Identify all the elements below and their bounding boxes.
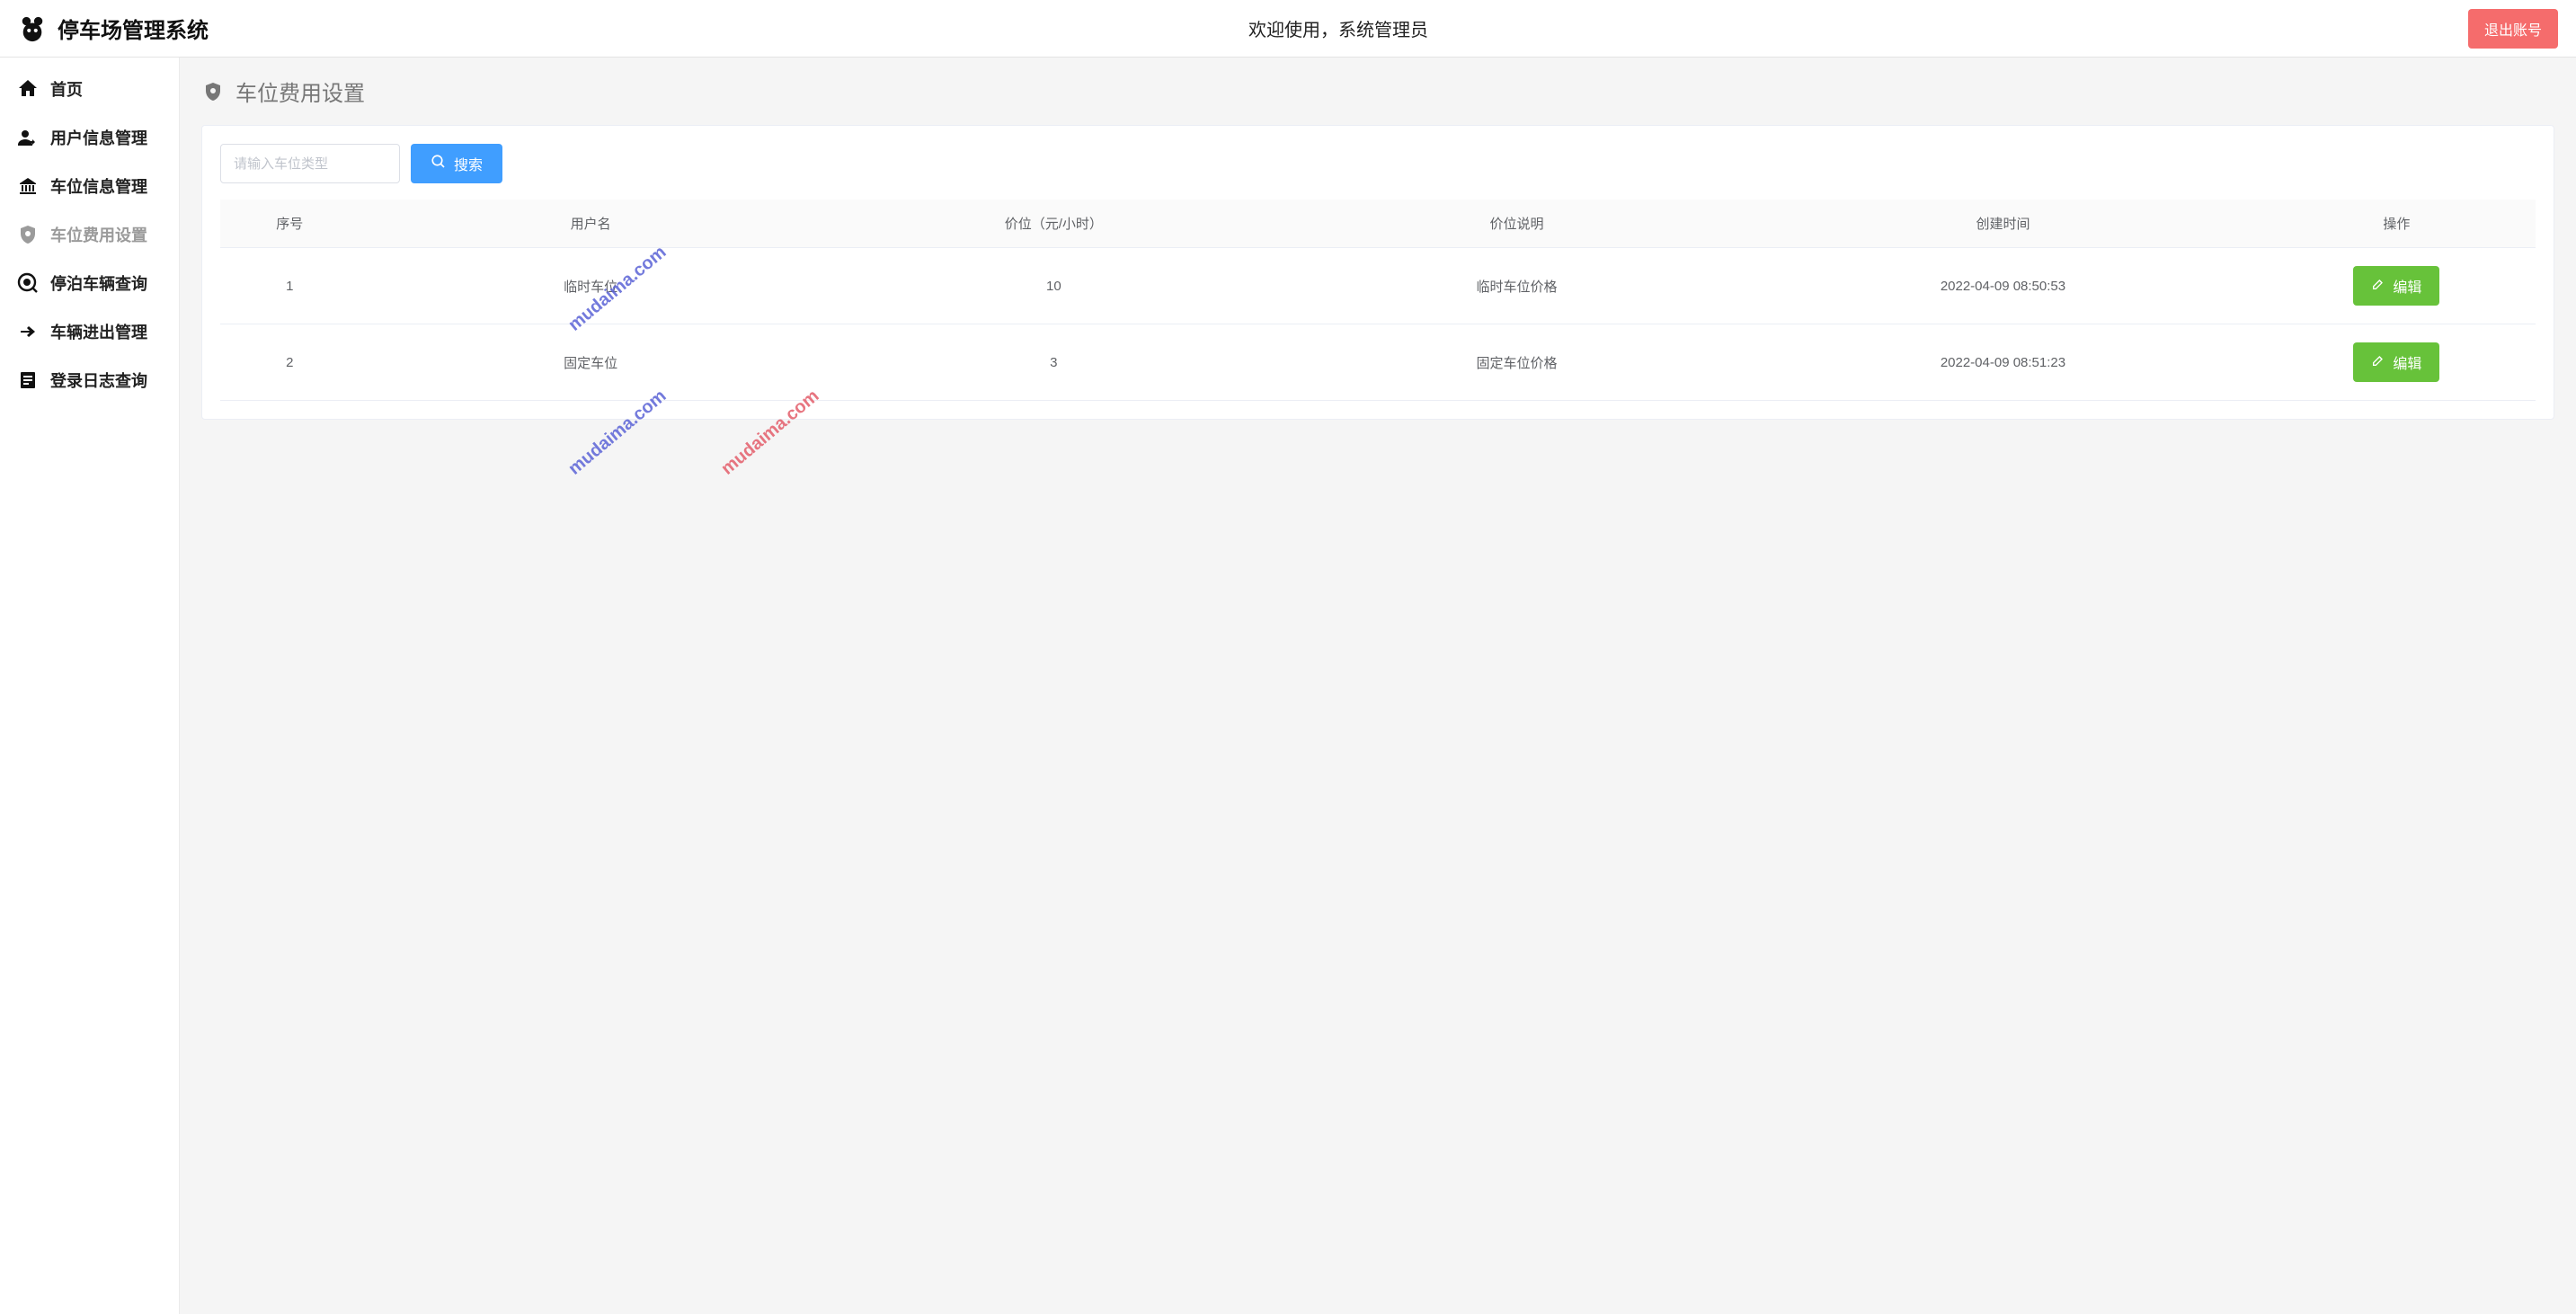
cell-name: 固定车位 bbox=[360, 324, 822, 401]
edit-button-label: 编辑 bbox=[2393, 351, 2421, 373]
spaces-icon bbox=[16, 174, 40, 198]
sidebar-item-label: 车位费用设置 bbox=[50, 223, 147, 246]
sidebar-item-spaces[interactable]: 车位信息管理 bbox=[0, 162, 179, 210]
log-icon bbox=[16, 368, 40, 392]
cell-name: 临时车位 bbox=[360, 248, 822, 324]
content-card: 搜索 序号 用户名 价位（元/小时） 价位说明 创建时间 操作 bbox=[201, 125, 2554, 420]
col-desc: 价位说明 bbox=[1285, 200, 1748, 248]
shield-icon bbox=[201, 80, 225, 103]
table-row: 2 固定车位 3 固定车位价格 2022-04-09 08:51:23 编辑 bbox=[220, 324, 2536, 401]
brand: 停车场管理系统 bbox=[18, 13, 209, 44]
cell-index: 1 bbox=[220, 248, 360, 324]
users-icon bbox=[16, 126, 40, 149]
app-title: 停车场管理系统 bbox=[58, 13, 209, 44]
arrow-right-icon bbox=[16, 320, 40, 343]
edit-button[interactable]: 编辑 bbox=[2353, 342, 2439, 382]
cell-desc: 临时车位价格 bbox=[1285, 248, 1748, 324]
app-logo-icon bbox=[18, 14, 47, 43]
page-heading: 车位费用设置 bbox=[201, 75, 2554, 107]
topbar: 停车场管理系统 欢迎使用，系统管理员 退出账号 bbox=[0, 0, 2576, 58]
sidebar: 首页 用户信息管理 车位信息管理 车位费用设置 停泊车辆查询 bbox=[0, 58, 180, 1314]
sidebar-item-label: 用户信息管理 bbox=[50, 126, 147, 149]
col-name: 用户名 bbox=[360, 200, 822, 248]
search-button[interactable]: 搜索 bbox=[411, 144, 502, 183]
sidebar-item-fees[interactable]: 车位费用设置 bbox=[0, 210, 179, 259]
search-icon bbox=[431, 154, 447, 174]
fee-table: 序号 用户名 价位（元/小时） 价位说明 创建时间 操作 1 临时车位 10 临… bbox=[220, 200, 2536, 401]
sidebar-item-home[interactable]: 首页 bbox=[0, 65, 179, 113]
cell-index: 2 bbox=[220, 324, 360, 401]
sidebar-item-users[interactable]: 用户信息管理 bbox=[0, 113, 179, 162]
cell-created: 2022-04-09 08:51:23 bbox=[1748, 324, 2258, 401]
welcome-text: 欢迎使用，系统管理员 bbox=[1248, 15, 1428, 41]
cell-desc: 固定车位价格 bbox=[1285, 324, 1748, 401]
main-content: 车位费用设置 搜索 序号 用户名 价位（元/小时） 价 bbox=[180, 58, 2576, 1314]
cell-created: 2022-04-09 08:50:53 bbox=[1748, 248, 2258, 324]
col-price: 价位（元/小时） bbox=[822, 200, 1285, 248]
col-index: 序号 bbox=[220, 200, 360, 248]
col-created: 创建时间 bbox=[1748, 200, 2258, 248]
logout-button[interactable]: 退出账号 bbox=[2468, 9, 2558, 49]
sidebar-item-label: 车辆进出管理 bbox=[50, 320, 147, 343]
search-button-label: 搜索 bbox=[454, 153, 483, 174]
search-input[interactable] bbox=[220, 144, 400, 183]
sidebar-item-label: 停泊车辆查询 bbox=[50, 271, 147, 295]
home-icon bbox=[16, 77, 40, 101]
search-circle-icon bbox=[16, 271, 40, 295]
edit-button[interactable]: 编辑 bbox=[2353, 266, 2439, 306]
shield-icon bbox=[16, 223, 40, 246]
sidebar-item-parked[interactable]: 停泊车辆查询 bbox=[0, 259, 179, 307]
sidebar-item-logs[interactable]: 登录日志查询 bbox=[0, 356, 179, 404]
sidebar-item-inout[interactable]: 车辆进出管理 bbox=[0, 307, 179, 356]
col-action: 操作 bbox=[2258, 200, 2536, 248]
sidebar-item-label: 首页 bbox=[50, 77, 83, 101]
page-title: 车位费用设置 bbox=[235, 75, 365, 107]
edit-icon bbox=[2371, 277, 2385, 296]
cell-price: 10 bbox=[822, 248, 1285, 324]
edit-button-label: 编辑 bbox=[2393, 275, 2421, 297]
search-bar: 搜索 bbox=[220, 144, 2536, 183]
sidebar-item-label: 登录日志查询 bbox=[50, 368, 147, 392]
edit-icon bbox=[2371, 353, 2385, 372]
table-header-row: 序号 用户名 价位（元/小时） 价位说明 创建时间 操作 bbox=[220, 200, 2536, 248]
cell-price: 3 bbox=[822, 324, 1285, 401]
sidebar-item-label: 车位信息管理 bbox=[50, 174, 147, 198]
table-row: 1 临时车位 10 临时车位价格 2022-04-09 08:50:53 编辑 bbox=[220, 248, 2536, 324]
